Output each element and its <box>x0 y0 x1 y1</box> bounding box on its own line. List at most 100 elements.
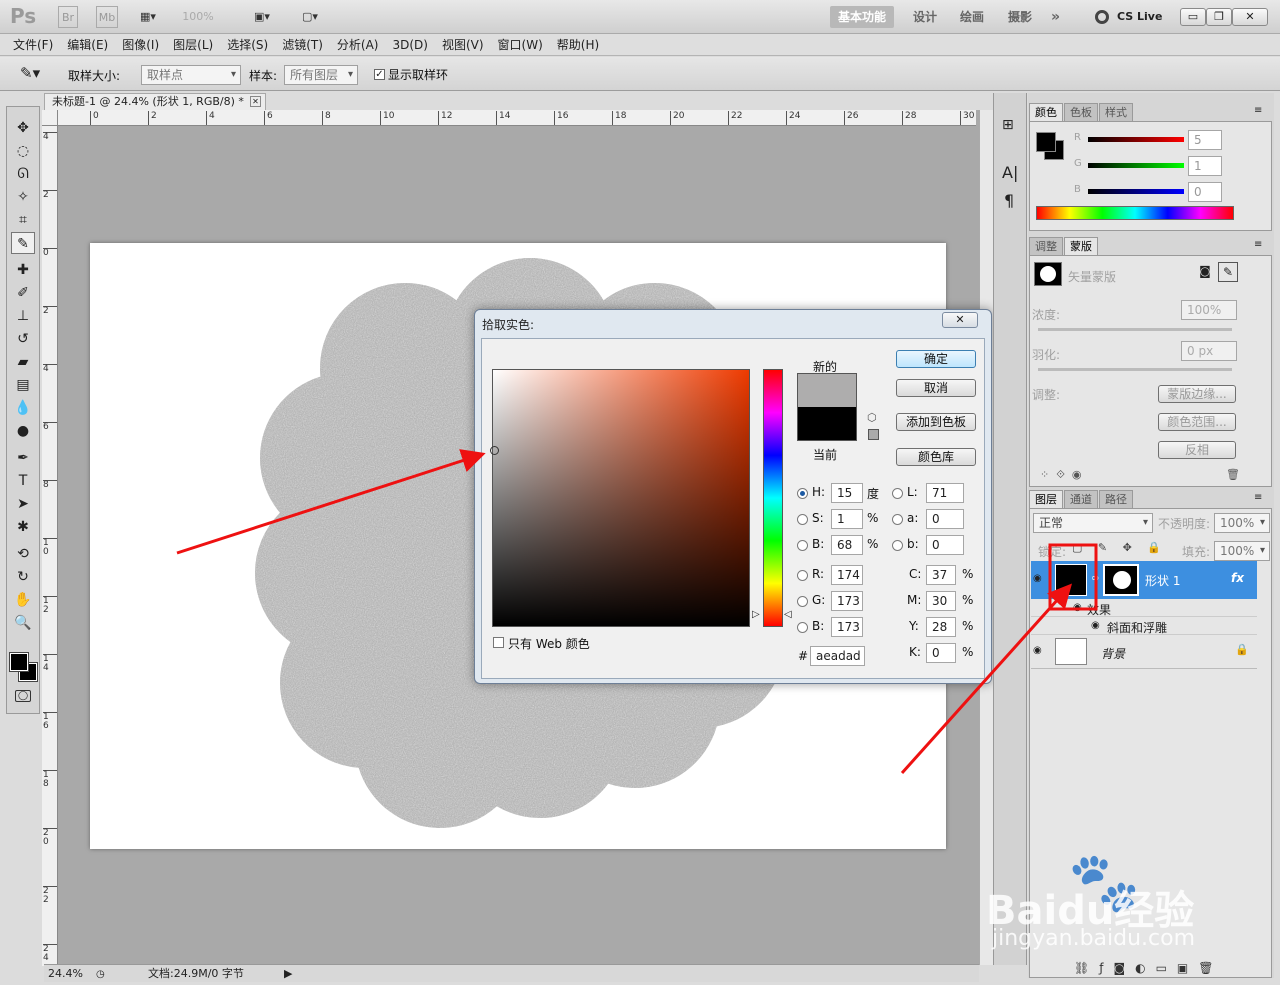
ok-button[interactable]: 确定 <box>896 350 976 368</box>
hue-slider-left-arrow-icon[interactable]: ▷ <box>752 609 760 620</box>
bridge-button[interactable]: Br <box>58 6 78 28</box>
density-field[interactable]: 100% <box>1181 300 1237 320</box>
web-safe-swatch[interactable] <box>868 429 879 440</box>
vector-mask-thumbnail[interactable] <box>1103 564 1139 596</box>
lab-a-field[interactable]: 0 <box>926 509 964 529</box>
zoom-level[interactable]: 100% <box>178 6 218 28</box>
menu-filter[interactable]: 滤镜(T) <box>275 34 330 56</box>
lab-l-field[interactable]: 71 <box>926 483 964 503</box>
red-radio[interactable] <box>797 570 808 581</box>
restore-button[interactable]: ❐ <box>1206 8 1232 26</box>
workspace-design[interactable]: 设计 <box>905 6 945 28</box>
menu-window[interactable]: 窗口(W) <box>491 34 550 56</box>
arrange-docs-icon[interactable]: ▣▾ <box>244 6 280 28</box>
invert-button[interactable]: 反相 <box>1158 441 1236 459</box>
view-extras-icon[interactable]: ▦▾ <box>133 6 163 28</box>
yellow-field[interactable]: 28 <box>926 617 956 637</box>
effects-row[interactable]: ◉ 效果 <box>1031 599 1257 617</box>
brightness-field[interactable]: 68 <box>831 535 863 555</box>
move-tool-icon[interactable]: ✥ <box>11 117 35 139</box>
pen-tool-icon[interactable]: ✒ <box>11 447 35 469</box>
opacity-field[interactable]: 100% <box>1214 513 1270 533</box>
effects-eye-icon[interactable]: ◉ <box>1073 602 1082 613</box>
g-slider[interactable] <box>1088 163 1184 168</box>
background-thumbnail[interactable] <box>1055 638 1087 665</box>
green-radio[interactable] <box>797 596 808 607</box>
select-vector-mask-icon[interactable]: ✎ <box>1218 262 1238 282</box>
3d-orbit-tool-icon[interactable]: ↻ <box>11 566 35 588</box>
b-slider[interactable] <box>1088 189 1184 194</box>
hue-slider-right-arrow-icon[interactable]: ◁ <box>784 609 792 620</box>
menu-edit[interactable]: 编辑(E) <box>60 34 115 56</box>
hex-field[interactable]: aeadad <box>810 646 865 666</box>
path-select-tool-icon[interactable]: ➤ <box>11 493 35 515</box>
dodge-tool-icon[interactable]: ● <box>11 420 35 442</box>
r-field[interactable]: 5 <box>1188 130 1222 150</box>
fx-icon[interactable]: fx <box>1231 571 1244 585</box>
workspace-overflow[interactable]: » <box>1043 6 1068 28</box>
fill-field[interactable]: 100% <box>1214 541 1270 561</box>
blue-radio[interactable] <box>797 622 808 633</box>
sample-size-select[interactable]: 取样点 <box>141 65 241 85</box>
eyedropper-tool-icon[interactable]: ✎ <box>11 232 35 254</box>
status-info-icon[interactable]: ◷ <box>96 967 105 983</box>
hue-field[interactable]: 15 <box>831 483 863 503</box>
masks-panel-menu-icon[interactable]: ≡ <box>1254 239 1262 250</box>
shape-tool-icon[interactable]: ✱ <box>11 516 35 538</box>
hand-tool-icon[interactable]: ✋ <box>11 589 35 611</box>
tab-adjustments[interactable]: 调整 <box>1029 237 1063 255</box>
add-to-swatches-button[interactable]: 添加到色板 <box>896 413 976 431</box>
mini-bridge-button[interactable]: Mb <box>96 6 118 28</box>
menu-help[interactable]: 帮助(H) <box>550 34 606 56</box>
cslive-button[interactable]: CS Live <box>1117 10 1162 23</box>
color-ramp[interactable] <box>1036 206 1234 220</box>
green-field[interactable]: 173 <box>831 591 863 611</box>
select-pixel-mask-icon[interactable]: ◙ <box>1196 264 1214 282</box>
density-slider[interactable] <box>1038 328 1232 331</box>
red-field[interactable]: 174 <box>831 565 863 585</box>
saturation-radio[interactable] <box>797 514 808 525</box>
brightness-radio[interactable] <box>797 540 808 551</box>
type-tool-icon[interactable]: T <box>11 470 35 492</box>
magenta-field[interactable]: 30 <box>926 591 956 611</box>
out-of-gamut-icon[interactable]: ⬡ <box>867 411 877 424</box>
cancel-button[interactable]: 取消 <box>896 379 976 397</box>
bevel-emboss-row[interactable]: ◉ 斜面和浮雕 <box>1031 617 1257 635</box>
screen-mode-icon[interactable]: ▢▾ <box>292 6 328 28</box>
hue-radio[interactable] <box>797 488 808 499</box>
close-tab-icon[interactable]: ✕ <box>250 96 261 107</box>
layers-footer-icons[interactable]: ⛓ƒ◙◐▭▣🗑 <box>1074 961 1223 975</box>
layer-row-shape1[interactable]: ◉ ∞ 形状 1 fx <box>1031 561 1257 599</box>
show-ring-checkbox[interactable]: ✓ <box>374 69 385 80</box>
background-eye-icon[interactable]: ◉ <box>1033 645 1042 656</box>
tab-paths[interactable]: 路径 <box>1099 490 1133 508</box>
document-tab[interactable]: 未标题-1 @ 24.4% (形状 1, RGB/8) * ✕ <box>44 93 266 110</box>
tab-color[interactable]: 颜色 <box>1029 103 1063 121</box>
bevel-eye-icon[interactable]: ◉ <box>1091 620 1100 631</box>
color-panel-menu-icon[interactable]: ≡ <box>1254 105 1262 116</box>
feather-field[interactable]: 0 px <box>1181 341 1237 361</box>
eraser-tool-icon[interactable]: ▰ <box>11 351 35 373</box>
visibility-eye-icon[interactable]: ◉ <box>1033 573 1042 584</box>
color-fg-swatch[interactable] <box>1036 132 1056 152</box>
lab-l-radio[interactable] <box>892 488 903 499</box>
r-slider[interactable] <box>1088 137 1184 142</box>
color-libraries-button[interactable]: 颜色库 <box>896 448 976 466</box>
lab-b-field[interactable]: 0 <box>926 535 964 555</box>
status-zoom[interactable]: 24.4% <box>48 966 83 982</box>
workspace-painting[interactable]: 绘画 <box>952 6 992 28</box>
history-panel-icon[interactable]: ⊞ <box>1002 117 1014 133</box>
saturation-brightness-field[interactable] <box>492 369 750 627</box>
tab-styles[interactable]: 样式 <box>1099 103 1133 121</box>
3d-rotate-tool-icon[interactable]: ⟲ <box>11 543 35 565</box>
g-field[interactable]: 1 <box>1188 156 1222 176</box>
blue-field[interactable]: 173 <box>831 617 863 637</box>
layers-panel-menu-icon[interactable]: ≡ <box>1254 492 1262 503</box>
gradient-tool-icon[interactable]: ▤ <box>11 374 35 396</box>
layer-row-background[interactable]: ◉ 背景 🔒 <box>1031 635 1257 669</box>
quick-select-tool-icon[interactable]: ✧ <box>11 186 35 208</box>
b-field[interactable]: 0 <box>1188 182 1222 202</box>
close-window-button[interactable]: ✕ <box>1232 8 1268 26</box>
menu-select[interactable]: 选择(S) <box>220 34 275 56</box>
cyan-field[interactable]: 37 <box>926 565 956 585</box>
